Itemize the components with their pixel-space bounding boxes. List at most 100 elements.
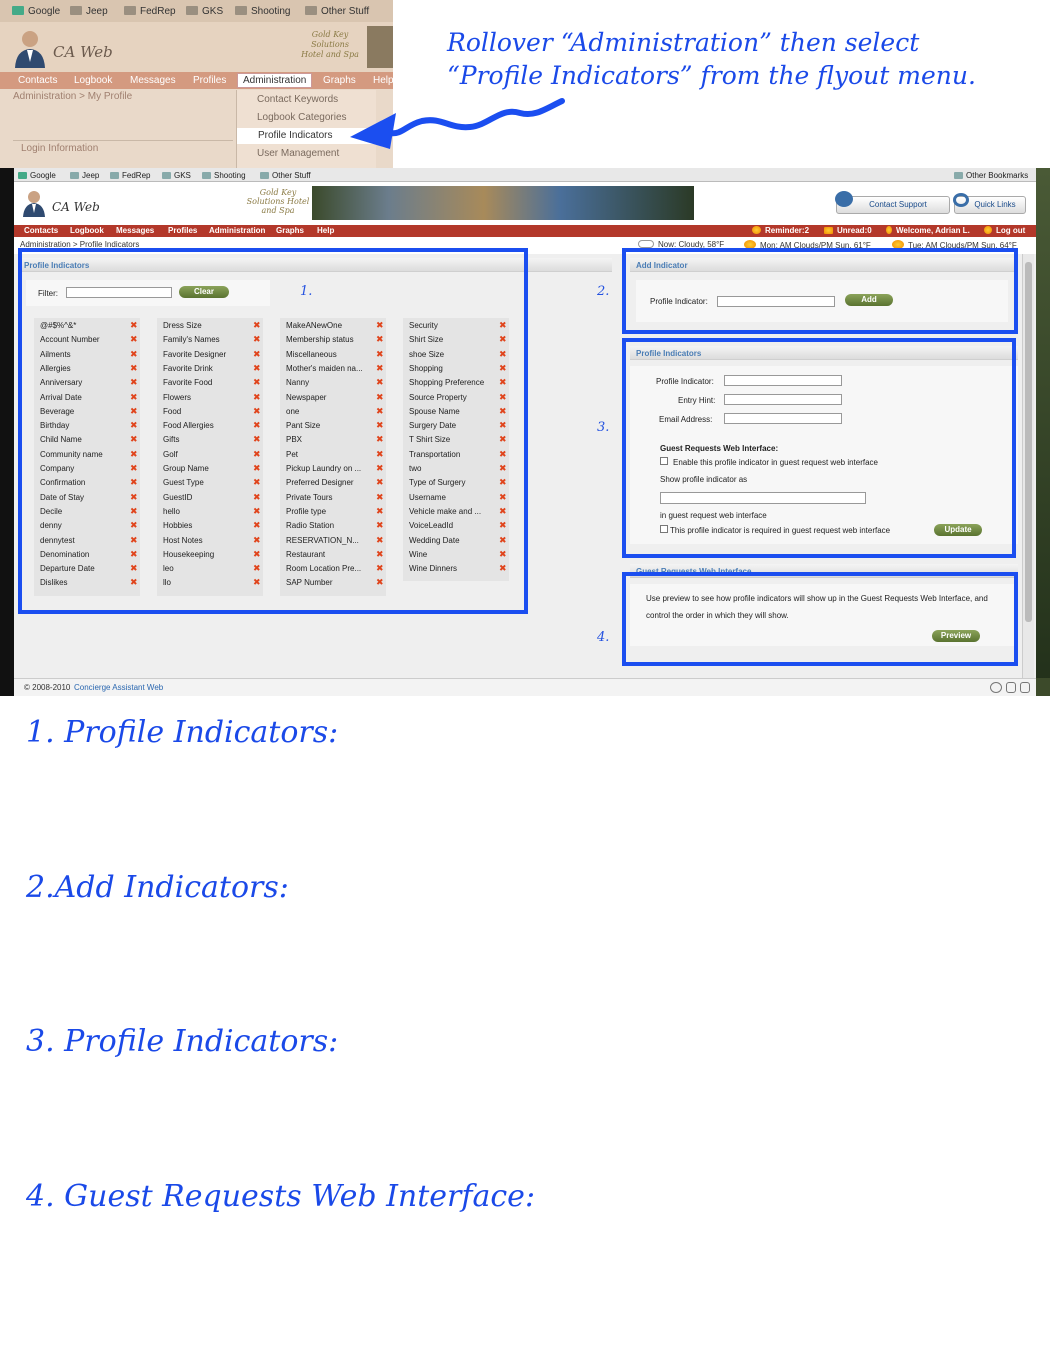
footer-link[interactable]: Concierge Assistant Web xyxy=(74,683,163,692)
annotation-box-2 xyxy=(622,248,1018,334)
scrollbar-thumb[interactable] xyxy=(1025,262,1032,622)
nav-profiles[interactable]: Profiles xyxy=(193,75,226,86)
folder-icon xyxy=(70,6,82,15)
network-icon[interactable] xyxy=(1020,682,1030,693)
menu-user-management[interactable]: User Management xyxy=(257,148,339,159)
folder-icon xyxy=(110,172,119,179)
menu-contact-keywords[interactable]: Contact Keywords xyxy=(257,94,338,105)
quick-links-button[interactable]: Quick Links xyxy=(953,193,1026,214)
header: CA Web Gold Key Solutions Hotel and Spa … xyxy=(14,182,1036,224)
folder-icon xyxy=(202,172,211,179)
folder-icon xyxy=(954,172,963,179)
bookmark-google[interactable]: Google xyxy=(18,171,56,180)
nav-contacts[interactable]: Contacts xyxy=(18,75,57,86)
annotation-marker-2: 2. xyxy=(597,284,610,299)
annotation-box-1 xyxy=(18,248,528,614)
copyright-text: © 2008-2010 xyxy=(24,683,71,692)
login-information-heading: Login Information xyxy=(13,140,233,156)
bookmark-other-stuff[interactable]: Other Stuff xyxy=(260,171,311,180)
contact-support-label: Contact Support xyxy=(869,200,927,209)
bookmark-other-stuff[interactable]: Other Stuff xyxy=(305,6,369,17)
nav-messages[interactable]: Messages xyxy=(130,75,176,86)
bookmark-gks[interactable]: GKS xyxy=(162,171,191,180)
heading-profile-indicators: 1. Profile Indicators: xyxy=(26,715,339,750)
desktop-background xyxy=(1036,168,1050,696)
chat-bubble-icon xyxy=(835,191,853,207)
bookmark-jeep[interactable]: Jeep xyxy=(70,6,108,17)
bookmark-shooting[interactable]: Shooting xyxy=(202,171,246,180)
nav-graphs[interactable]: Graphs xyxy=(323,75,356,86)
banner-image xyxy=(367,26,393,68)
nav-help[interactable]: Help xyxy=(373,75,393,86)
nav-logbook[interactable]: Logbook xyxy=(70,226,104,235)
zoomed-menu-screenshot: Google Jeep FedRep GKS Shooting Other St… xyxy=(0,0,393,168)
unread-link[interactable]: Unread:0 xyxy=(824,226,872,235)
logout-icon xyxy=(984,226,992,234)
vertical-scrollbar[interactable] xyxy=(1022,254,1034,678)
bookmark-fedrep[interactable]: FedRep xyxy=(124,6,176,17)
instruction-text: Rollover “Administration” then select “P… xyxy=(447,26,1007,92)
cloud-icon xyxy=(638,240,654,248)
brand-logo: Gold Key Solutions Hotel and Spa xyxy=(246,188,310,215)
app-logo-text: CA Web xyxy=(52,200,100,214)
nav-graphs[interactable]: Graphs xyxy=(276,226,304,235)
annotation-marker-1: 1. xyxy=(300,284,313,299)
user-avatar-icon xyxy=(23,191,45,217)
brand-logo: Gold Key Solutions Hotel and Spa xyxy=(301,30,359,59)
bookmarks-bar: Google Jeep FedRep GKS Shooting Other St… xyxy=(14,168,1036,182)
heading-guest-requests: 4. Guest Requests Web Interface: xyxy=(26,1179,536,1214)
nav-messages[interactable]: Messages xyxy=(116,226,154,235)
folder-icon xyxy=(260,172,269,179)
envelope-icon xyxy=(824,227,833,234)
banner-image xyxy=(312,186,694,220)
nav-administration[interactable]: Administration xyxy=(237,73,313,88)
main-nav: Contacts Logbook Messages Profiles Admin… xyxy=(14,225,1036,237)
annotation-box-3 xyxy=(622,338,1016,558)
bookmark-google[interactable]: Google xyxy=(12,6,60,17)
main-nav: Contacts Logbook Messages Profiles Admin… xyxy=(0,72,393,89)
bookmark-gks[interactable]: GKS xyxy=(186,6,223,17)
folder-icon xyxy=(235,6,247,15)
user-avatar-icon xyxy=(15,31,45,68)
instruction-line-2: “Profile Indicators” from the flyout men… xyxy=(447,61,976,90)
logout-link[interactable]: Log out xyxy=(984,226,1025,235)
content-area: Profile Indicators Filter: Clear @#$%^&*… xyxy=(14,248,1036,678)
bookmark-shooting[interactable]: Shooting xyxy=(235,6,290,17)
contact-support-button[interactable]: Contact Support xyxy=(835,191,950,214)
footer: © 2008-2010 Concierge Assistant Web xyxy=(14,678,1036,696)
menu-logbook-categories[interactable]: Logbook Categories xyxy=(257,112,347,123)
folder-icon xyxy=(70,172,79,179)
google-icon xyxy=(18,172,27,179)
reminder-link[interactable]: Reminder:2 xyxy=(752,226,809,235)
folder-icon xyxy=(124,6,136,15)
nav-logbook[interactable]: Logbook xyxy=(74,75,112,86)
nav-administration[interactable]: Administration xyxy=(209,226,265,235)
annotation-marker-3: 3. xyxy=(597,420,610,435)
bookmark-fedrep[interactable]: FedRep xyxy=(110,171,150,180)
folder-icon xyxy=(162,172,171,179)
annotation-arrow-icon xyxy=(350,98,565,149)
user-icon xyxy=(886,226,892,234)
desktop-background-left xyxy=(0,168,14,696)
welcome-link[interactable]: Welcome, Adrian L. xyxy=(886,226,970,235)
app-screenshot: Google Jeep FedRep GKS Shooting Other St… xyxy=(0,168,1050,696)
bookmark-other-bookmarks[interactable]: Other Bookmarks xyxy=(954,171,1028,180)
quick-links-label: Quick Links xyxy=(974,200,1016,209)
folder-icon xyxy=(186,6,198,15)
heading-add-indicators: 2.Add Indicators: xyxy=(26,870,289,905)
nav-profiles[interactable]: Profiles xyxy=(168,226,197,235)
annotation-marker-4: 4. xyxy=(597,630,610,645)
app-page: CA Web Gold Key Solutions Hotel and Spa … xyxy=(14,182,1036,696)
annotation-box-4 xyxy=(622,572,1018,666)
link-icon xyxy=(953,193,969,207)
breadcrumb: Administration > My Profile xyxy=(13,91,133,102)
nav-contacts[interactable]: Contacts xyxy=(24,226,58,235)
app-logo-text: CA Web xyxy=(53,43,113,61)
heading-profile-indicators-edit: 3. Profile Indicators: xyxy=(26,1024,339,1059)
google-icon xyxy=(12,6,24,15)
clock-icon[interactable] xyxy=(990,682,1002,693)
settings-icon[interactable] xyxy=(1006,682,1016,693)
bookmark-jeep[interactable]: Jeep xyxy=(70,171,99,180)
nav-help[interactable]: Help xyxy=(317,226,334,235)
reminder-icon xyxy=(752,226,761,234)
